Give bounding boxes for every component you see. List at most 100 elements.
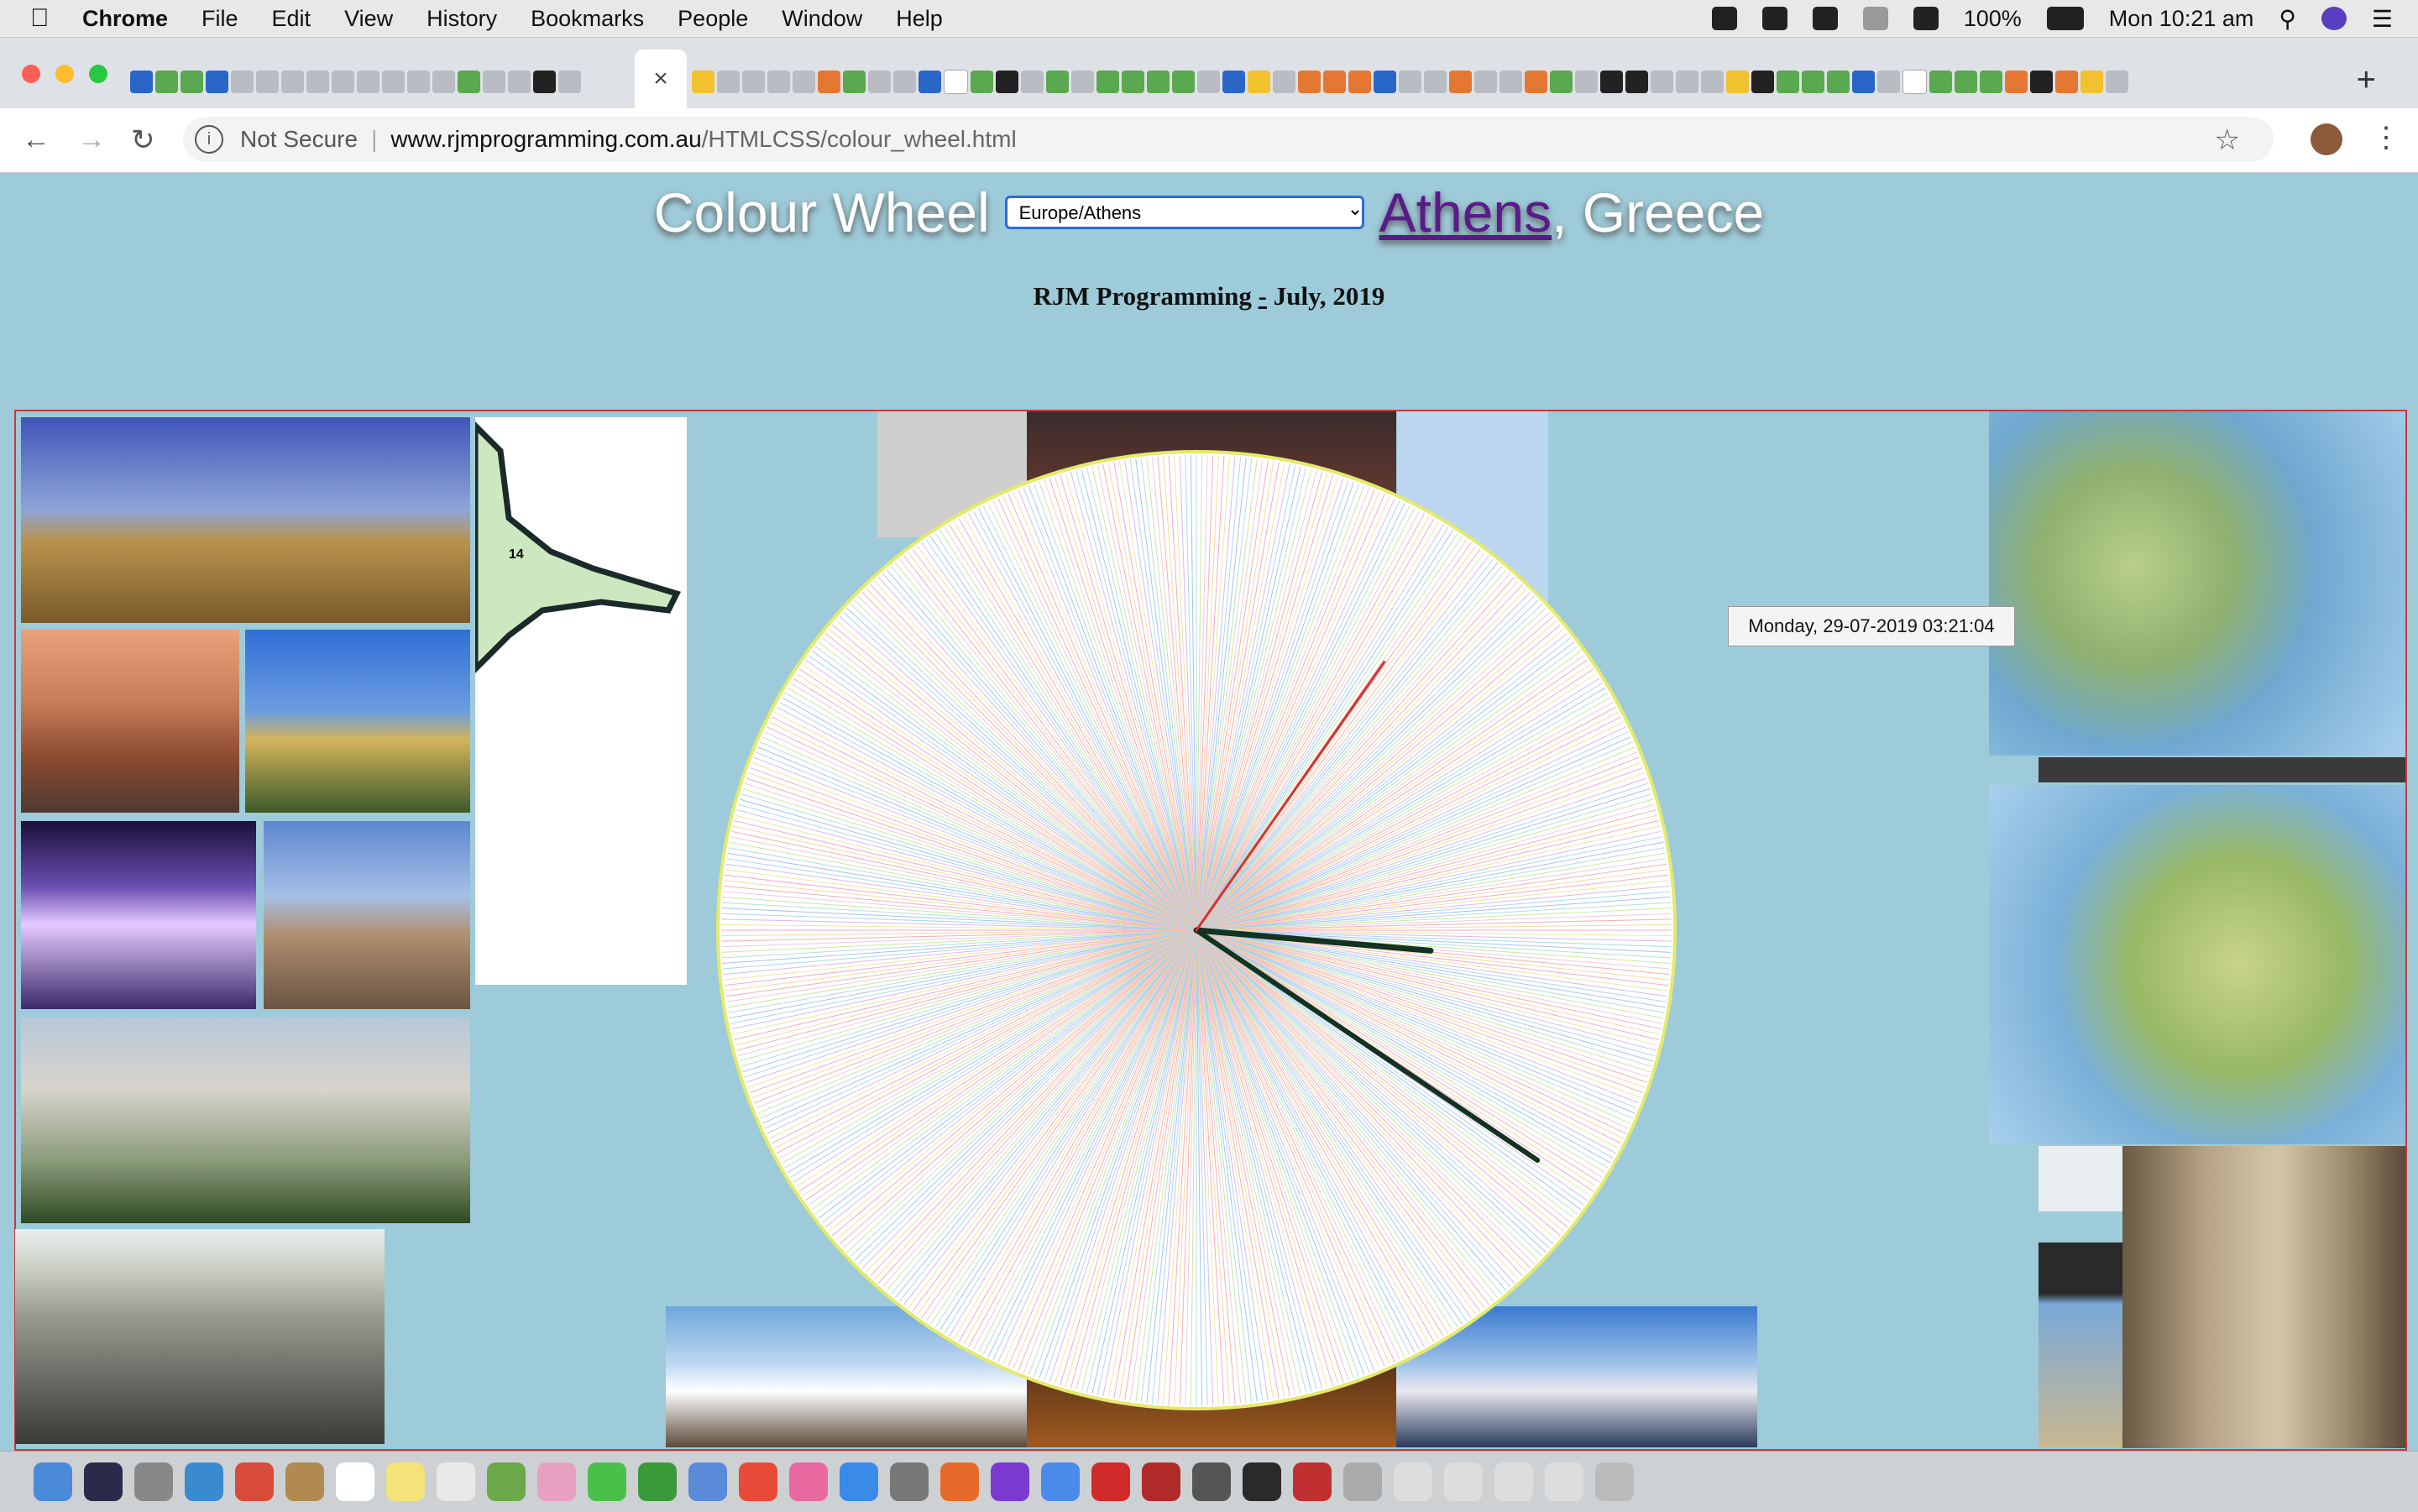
tab-favicon[interactable] bbox=[1298, 70, 1321, 93]
safari-icon[interactable] bbox=[185, 1462, 223, 1501]
tab-favicon[interactable] bbox=[1777, 70, 1799, 93]
security-label[interactable]: Not Secure bbox=[240, 126, 358, 153]
dark-strip-photo[interactable] bbox=[2039, 757, 2405, 782]
tab-favicon[interactable] bbox=[1575, 70, 1598, 93]
trash-icon[interactable] bbox=[1595, 1462, 1634, 1501]
timezone-select[interactable]: Europe/Athens bbox=[1004, 196, 1364, 229]
tab-favicon[interactable] bbox=[793, 70, 815, 93]
tab-favicon[interactable] bbox=[692, 70, 714, 93]
bookmark-star-icon[interactable]: ☆ bbox=[2215, 123, 2240, 157]
tab-favicon[interactable] bbox=[1222, 70, 1245, 93]
terminal-icon[interactable] bbox=[1243, 1462, 1281, 1501]
building-photo[interactable] bbox=[2039, 1146, 2122, 1211]
tab-favicon[interactable] bbox=[1197, 70, 1220, 93]
active-tab[interactable]: × bbox=[635, 50, 687, 108]
tab-favicon[interactable] bbox=[1147, 70, 1170, 93]
wifi-icon[interactable] bbox=[1913, 7, 1939, 30]
menu-app-name[interactable]: Chrome bbox=[82, 6, 168, 32]
notes-icon[interactable] bbox=[386, 1462, 425, 1501]
tab-favicon[interactable] bbox=[181, 70, 203, 93]
spotlight-search-icon[interactable]: ⚲ bbox=[2279, 5, 2296, 33]
acropolis-photo[interactable] bbox=[21, 417, 470, 623]
region-map[interactable]: 14 bbox=[472, 417, 687, 985]
profile-avatar[interactable] bbox=[2311, 123, 2342, 155]
tab-favicon[interactable] bbox=[1929, 70, 1952, 93]
tab-favicon[interactable] bbox=[919, 70, 941, 93]
tab-favicon[interactable] bbox=[1980, 70, 2002, 93]
tab-favicon[interactable] bbox=[306, 70, 329, 93]
document-icon[interactable] bbox=[1545, 1462, 1583, 1501]
tab-favicon[interactable] bbox=[155, 70, 178, 93]
tab-favicon[interactable] bbox=[1046, 70, 1069, 93]
preview-icon[interactable] bbox=[1343, 1462, 1382, 1501]
tab-favicon[interactable] bbox=[1273, 70, 1295, 93]
tab-favicon[interactable] bbox=[1877, 70, 1900, 93]
settings-gear-icon[interactable] bbox=[1761, 7, 1787, 30]
tab-favicon[interactable] bbox=[1374, 70, 1396, 93]
tab-favicon[interactable] bbox=[357, 70, 379, 93]
system-preferences-icon[interactable] bbox=[890, 1462, 929, 1501]
document-icon[interactable] bbox=[1444, 1462, 1483, 1501]
subtitle-dash-link[interactable]: - bbox=[1259, 281, 1267, 311]
bluetooth-icon[interactable] bbox=[1862, 7, 1888, 30]
opera-icon[interactable] bbox=[1091, 1462, 1130, 1501]
tab-favicon[interactable] bbox=[996, 70, 1018, 93]
tab-favicon[interactable] bbox=[231, 70, 254, 93]
menu-window[interactable]: Window bbox=[782, 6, 862, 32]
airplay-icon[interactable] bbox=[1812, 7, 1838, 30]
calendar-icon[interactable] bbox=[336, 1462, 374, 1501]
tab-favicon[interactable] bbox=[407, 70, 430, 93]
tab-favicon[interactable] bbox=[1827, 70, 1850, 93]
tab-favicon[interactable] bbox=[1096, 70, 1119, 93]
tab-favicon[interactable] bbox=[1625, 70, 1648, 93]
athena-statue-photo[interactable] bbox=[2122, 1146, 2405, 1448]
apple-menu-icon[interactable]:  bbox=[30, 4, 64, 33]
info-icon[interactable]: i bbox=[195, 125, 223, 154]
tab-favicon[interactable] bbox=[1122, 70, 1144, 93]
tab-favicon[interactable] bbox=[2030, 70, 2053, 93]
contacts-icon[interactable] bbox=[285, 1462, 324, 1501]
zoom-window-button[interactable] bbox=[89, 65, 107, 83]
tab-favicon[interactable] bbox=[2055, 70, 2078, 93]
chrome-dock-icon[interactable] bbox=[1041, 1462, 1080, 1501]
photos-icon[interactable] bbox=[537, 1462, 576, 1501]
greece-relief-map[interactable] bbox=[1989, 411, 2405, 756]
parliament-photo[interactable] bbox=[21, 630, 239, 813]
url-host[interactable]: www.rjmprogramming.com.au bbox=[390, 126, 701, 153]
tab-favicon[interactable] bbox=[767, 70, 790, 93]
tab-favicon[interactable] bbox=[944, 69, 968, 94]
tab-favicon[interactable] bbox=[2005, 70, 2028, 93]
menu-file[interactable]: File bbox=[202, 6, 238, 32]
new-tab-button[interactable]: + bbox=[2357, 61, 2376, 99]
tab-favicon[interactable] bbox=[1726, 70, 1749, 93]
facetime-icon[interactable] bbox=[638, 1462, 677, 1501]
tab-favicon[interactable] bbox=[1525, 70, 1547, 93]
phpstorm-icon[interactable] bbox=[991, 1462, 1029, 1501]
tab-favicon[interactable] bbox=[1172, 70, 1195, 93]
firefox-icon[interactable] bbox=[940, 1462, 979, 1501]
gimp-icon[interactable] bbox=[1192, 1462, 1231, 1501]
tab-favicon[interactable] bbox=[1424, 70, 1447, 93]
mail-icon[interactable] bbox=[235, 1462, 274, 1501]
tab-favicon[interactable] bbox=[1751, 70, 1774, 93]
tab-favicon[interactable] bbox=[256, 70, 279, 93]
tab-favicon[interactable] bbox=[281, 70, 304, 93]
tab-favicon[interactable] bbox=[818, 70, 840, 93]
document-icon[interactable] bbox=[1494, 1462, 1533, 1501]
url-path[interactable]: /HTMLCSS/colour_wheel.html bbox=[702, 126, 1017, 153]
tab-favicon[interactable] bbox=[1399, 70, 1421, 93]
keynote-icon[interactable] bbox=[688, 1462, 727, 1501]
tab-favicon[interactable] bbox=[483, 70, 505, 93]
tab-favicon[interactable] bbox=[868, 70, 891, 93]
notification-center-icon[interactable]: ☰ bbox=[2372, 5, 2393, 33]
news-icon[interactable] bbox=[739, 1462, 777, 1501]
tab-favicon[interactable] bbox=[382, 70, 405, 93]
tab-favicon[interactable] bbox=[1902, 69, 1927, 94]
minimize-window-button[interactable] bbox=[55, 65, 74, 83]
tab-favicon[interactable] bbox=[971, 70, 993, 93]
tab-favicon[interactable] bbox=[1323, 70, 1346, 93]
siri-icon[interactable] bbox=[2321, 7, 2347, 30]
app-store-icon[interactable] bbox=[840, 1462, 878, 1501]
tab-favicon[interactable] bbox=[2106, 70, 2128, 93]
tab-favicon[interactable] bbox=[130, 70, 153, 93]
